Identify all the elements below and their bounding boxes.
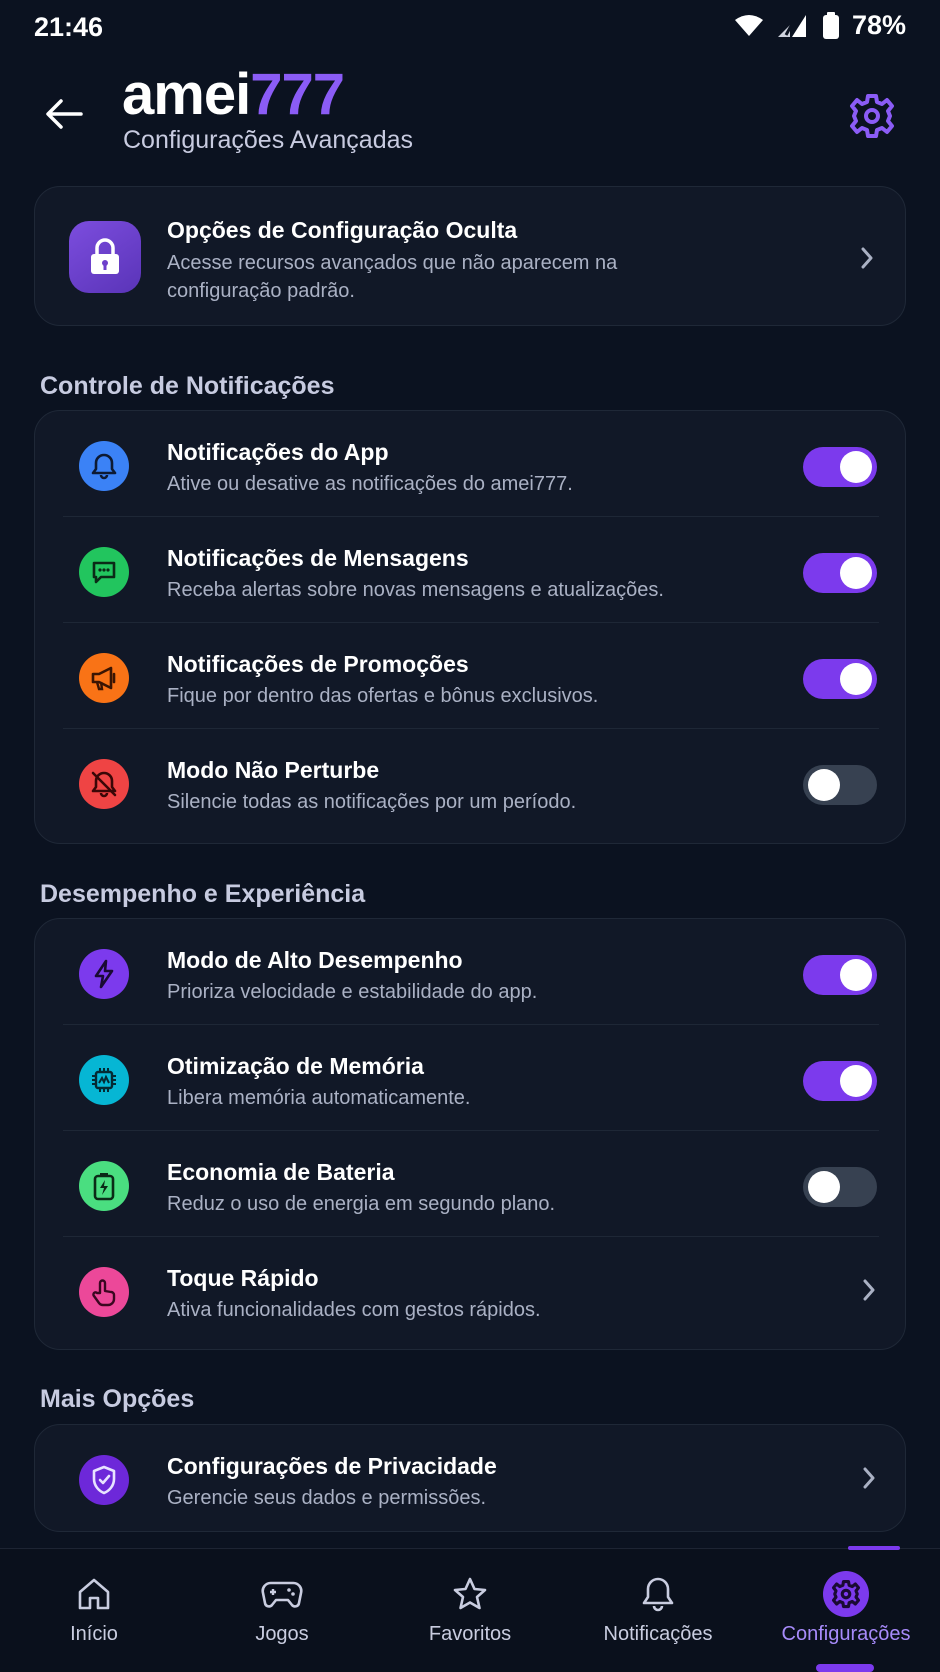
toggle-knob: [840, 959, 872, 991]
hidden-options-title: Opções de Configuração Oculta: [167, 217, 518, 243]
toggle-app-notifications[interactable]: [803, 447, 877, 487]
bell-icon: [79, 441, 129, 491]
setting-description: Libera memória automaticamente.: [167, 1087, 471, 1109]
toggle-promo-notifications[interactable]: [803, 659, 877, 699]
toggle-knob: [808, 1171, 840, 1203]
notifications-card: Notificações do App Ative ou desative as…: [34, 410, 906, 844]
battery-icon: [822, 11, 840, 40]
nav-label: Configurações: [781, 1623, 911, 1645]
setting-description: Ativa funcionalidades com gestos rápidos…: [167, 1299, 541, 1321]
setting-title: Notificações do App: [167, 439, 389, 465]
setting-row-promo-notifications: Notificações de Promoções Fique por dent…: [35, 623, 907, 729]
setting-row-message-notifications: Notificações de Mensagens Receba alertas…: [35, 517, 907, 623]
bell-icon: [635, 1571, 681, 1617]
toggle-knob: [840, 663, 872, 695]
chevron-right-icon: [857, 243, 877, 273]
setting-description: Gerencie seus dados e permissões.: [167, 1487, 487, 1509]
toggle-memory-optimization[interactable]: [803, 1061, 877, 1101]
megaphone-icon: [79, 653, 129, 703]
setting-row-do-not-disturb: Modo Não Perturbe Silencie todas as noti…: [35, 729, 907, 835]
nav-label: Favoritos: [428, 1623, 512, 1645]
setting-row-memory-optimization: Otimização de Memória Libera memória aut…: [35, 1025, 907, 1131]
section-title-more: Mais Opções: [40, 1385, 195, 1413]
gear-icon: [823, 1571, 869, 1617]
setting-row-high-performance: Modo de Alto Desempenho Prioriza velocid…: [35, 919, 907, 1025]
chip-icon: [79, 1055, 129, 1105]
nav-item-notifications[interactable]: Notificações: [564, 1549, 752, 1672]
nav-item-favorites[interactable]: Favoritos: [376, 1549, 564, 1672]
bell-off-icon: [79, 759, 129, 809]
setting-description: Silencie todas as notificações por um pe…: [167, 791, 577, 813]
brand-number: 777: [250, 62, 345, 127]
nav-item-settings[interactable]: Configurações: [752, 1549, 940, 1672]
message-icon: [79, 547, 129, 597]
section-title-performance: Desempenho e Experiência: [40, 880, 366, 908]
toggle-do-not-disturb[interactable]: [803, 765, 877, 805]
brand-logo: amei777: [122, 62, 345, 128]
toggle-high-performance[interactable]: [803, 955, 877, 995]
setting-title: Notificações de Mensagens: [167, 545, 469, 571]
setting-title: Modo de Alto Desempenho: [167, 947, 463, 973]
toggle-message-notifications[interactable]: [803, 553, 877, 593]
bottom-nav: Início Jogos Favoritos Notificações Conf…: [0, 1546, 940, 1672]
nav-item-games[interactable]: Jogos: [188, 1549, 376, 1672]
setting-description: Receba alertas sobre novas mensagens e a…: [167, 579, 664, 601]
nav-label: Início: [70, 1623, 118, 1645]
chevron-right-icon: [859, 1275, 879, 1305]
setting-title: Configurações de Privacidade: [167, 1453, 497, 1479]
status-icons: 78%: [734, 10, 906, 41]
status-bar: 21:46 78%: [0, 0, 940, 56]
setting-title: Otimização de Memória: [167, 1053, 424, 1079]
setting-row-quick-touch[interactable]: Toque Rápido Ativa funcionalidades com g…: [35, 1237, 907, 1343]
nav-item-home[interactable]: Início: [0, 1549, 188, 1672]
section-title-notifications: Controle de Notificações: [40, 372, 335, 400]
nav-label: Notificações: [603, 1623, 713, 1645]
setting-row-battery-saver: Economia de Bateria Reduz o uso de energ…: [35, 1131, 907, 1237]
lock-icon: [69, 221, 141, 293]
toggle-knob: [840, 557, 872, 589]
home-indicator: [816, 1664, 874, 1672]
back-button[interactable]: [38, 88, 90, 140]
toggle-knob: [840, 451, 872, 483]
chevron-right-icon: [859, 1463, 879, 1493]
arrow-left-icon: [46, 99, 83, 129]
page-title: Configurações Avançadas: [123, 126, 414, 154]
setting-title: Notificações de Promoções: [167, 651, 469, 677]
touch-icon: [79, 1267, 129, 1317]
setting-description: Fique por dentro das ofertas e bônus exc…: [167, 685, 599, 707]
toggle-knob: [840, 1065, 872, 1097]
lightning-icon: [79, 949, 129, 999]
shield-icon: [79, 1455, 129, 1505]
setting-description: Ative ou desative as notificações do ame…: [167, 473, 573, 495]
wifi-icon: [734, 14, 764, 38]
settings-button[interactable]: [844, 88, 900, 144]
status-time: 21:46: [34, 12, 104, 42]
nav-label: Jogos: [255, 1623, 309, 1645]
setting-title: Modo Não Perturbe: [167, 757, 380, 783]
setting-description: Prioriza velocidade e estabilidade do ap…: [167, 981, 538, 1003]
star-icon: [447, 1571, 493, 1617]
hidden-options-card[interactable]: Opções de Configuração Oculta Acesse rec…: [34, 186, 906, 326]
home-icon: [71, 1571, 117, 1617]
toggle-knob: [808, 769, 840, 801]
performance-card: Modo de Alto Desempenho Prioriza velocid…: [34, 918, 906, 1350]
hidden-options-description: Acesse recursos avançados que não aparec…: [167, 252, 618, 302]
gear-icon: [850, 94, 894, 138]
header: amei777 Configurações Avançadas: [0, 62, 940, 162]
setting-title: Toque Rápido: [167, 1265, 319, 1291]
more-options-card: Configurações de Privacidade Gerencie se…: [34, 1424, 906, 1532]
setting-description: Reduz o uso de energia em segundo plano.: [167, 1193, 556, 1215]
setting-title: Economia de Bateria: [167, 1159, 395, 1185]
battery-saver-icon: [79, 1161, 129, 1211]
setting-row-app-notifications: Notificações do App Ative ou desative as…: [35, 411, 907, 517]
gamepad-icon: [259, 1571, 305, 1617]
signal-icon: [776, 13, 810, 39]
toggle-battery-saver[interactable]: [803, 1167, 877, 1207]
setting-row-privacy[interactable]: Configurações de Privacidade Gerencie se…: [35, 1425, 907, 1531]
battery-percent: 78%: [851, 10, 906, 40]
brand-name: amei: [122, 62, 251, 127]
